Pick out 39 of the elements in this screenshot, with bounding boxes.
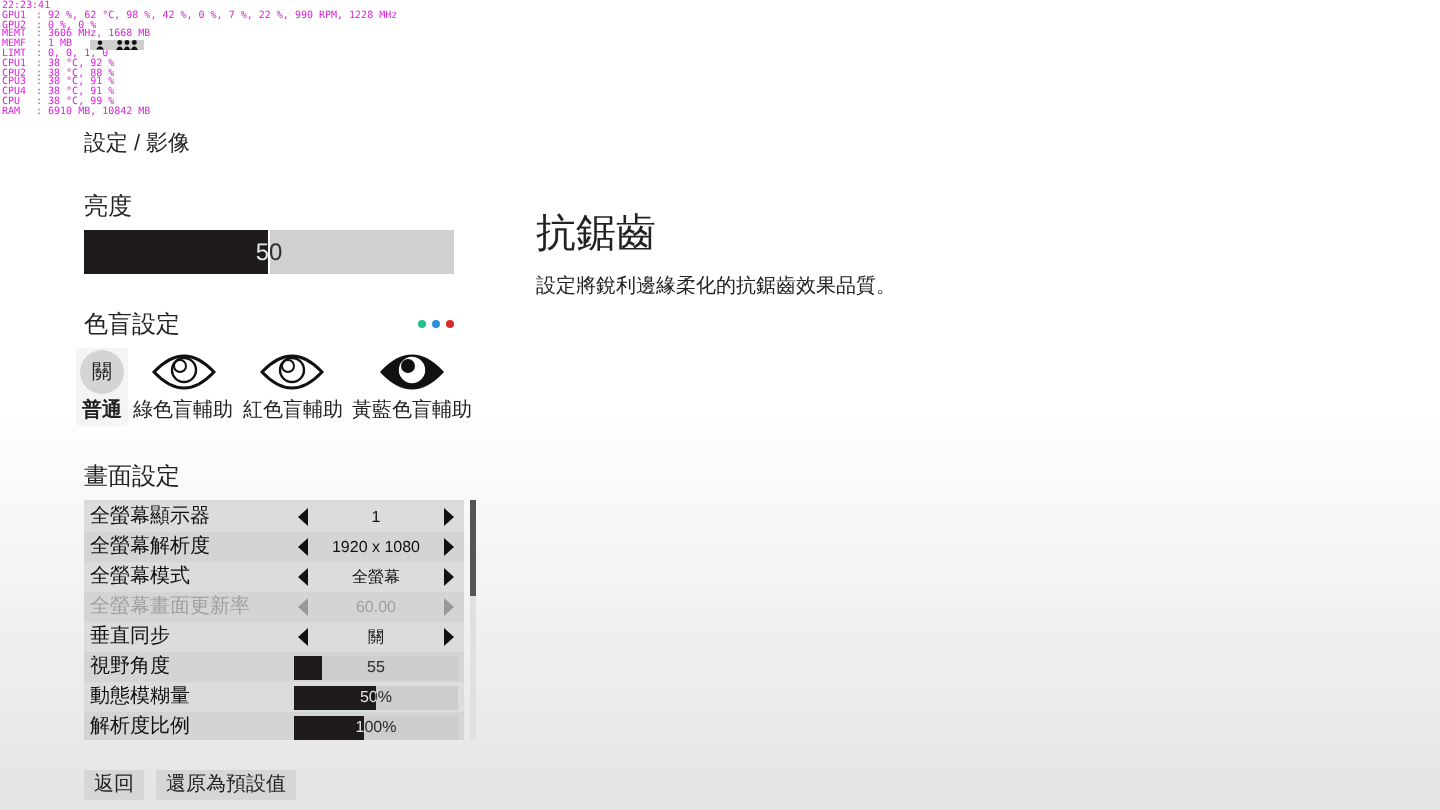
colorblind-option[interactable]: 綠色盲輔助 <box>129 348 238 426</box>
settings-row[interactable]: 全螢幕解析度 1920 x 1080 <box>84 532 464 562</box>
row-label: 全螢幕模式 <box>90 563 192 592</box>
detail-description: 設定將銳利邊緣柔化的抗鋸齒效果品質。 <box>536 273 896 302</box>
detail-title: 抗鋸齒 <box>536 210 658 260</box>
settings-row[interactable]: 全螢幕顯示器 1 <box>84 502 464 532</box>
row-label: 全螢幕顯示器 <box>90 503 212 532</box>
section-heading: 亮度 <box>84 190 134 224</box>
settings-row[interactable]: 全螢幕模式 全螢幕 <box>84 562 464 592</box>
row-value: 全螢幕 <box>352 565 400 589</box>
section-heading: 畫面設定 <box>84 460 182 494</box>
row-label: 動態模糊量 <box>90 683 192 712</box>
section-heading: 色盲設定 <box>84 308 182 342</box>
people-icon <box>116 40 138 50</box>
person-icon <box>96 40 104 50</box>
option-label: 黃藍色盲輔助 <box>351 397 472 426</box>
settings-row[interactable]: 垂直同步 關 <box>84 622 464 652</box>
colorblind-option[interactable]: 紅色盲輔助 <box>238 348 347 426</box>
option-label: 普通 <box>82 396 122 426</box>
breadcrumb: 設定 / 影像 <box>84 129 193 160</box>
row-value: 關 <box>368 625 384 649</box>
row-label: 全螢幕解析度 <box>90 533 212 562</box>
footer-button[interactable]: 還原為預設值 <box>156 770 296 800</box>
row-value: 1 <box>371 505 381 529</box>
colorblind-option[interactable]: 黃藍色盲輔助 <box>347 348 476 426</box>
row-label: 視野角度 <box>90 653 172 682</box>
eye-icon <box>379 352 444 392</box>
row-slider[interactable]: 55 <box>294 655 458 679</box>
scrollbar[interactable] <box>470 500 476 740</box>
footer-button[interactable]: 返回 <box>84 770 144 800</box>
option-label: 綠色盲輔助 <box>133 397 234 426</box>
colorblind-option[interactable]: 關 普通 <box>76 348 128 426</box>
eye-icon <box>260 352 325 392</box>
settings-row[interactable]: 視野角度 55 <box>84 652 464 682</box>
eye-icon <box>151 352 216 392</box>
row-value: 1920 x 1080 <box>331 535 421 559</box>
row-label: 解析度比例 <box>90 713 192 740</box>
option-label: 紅色盲輔助 <box>242 397 343 426</box>
row-label: 垂直同步 <box>90 623 172 652</box>
